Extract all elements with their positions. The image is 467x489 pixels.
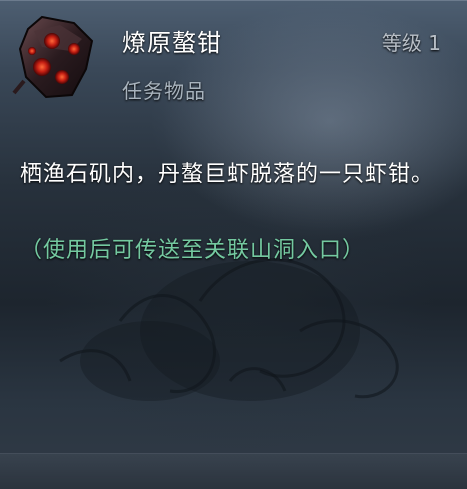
item-level: 等级 1 [381,31,441,55]
tooltip-footer-band [0,453,467,489]
item-usage-hint: （使用后可传送至关联山洞入口） [20,238,366,263]
item-tooltip: 燎原螯钳 等级 1 任务物品 栖渔石矶内，丹螯巨虾脱落的一只虾钳。 （使用后可传… [0,0,467,489]
item-type: 任务物品 [122,79,206,103]
tooltip-header: 燎原螯钳 等级 1 任务物品 [0,1,467,121]
item-name: 燎原螯钳 [122,29,222,57]
red-claw-item-icon [12,15,94,99]
item-description: 栖渔石矶内，丹螯巨虾脱落的一只虾钳。 [20,162,435,187]
